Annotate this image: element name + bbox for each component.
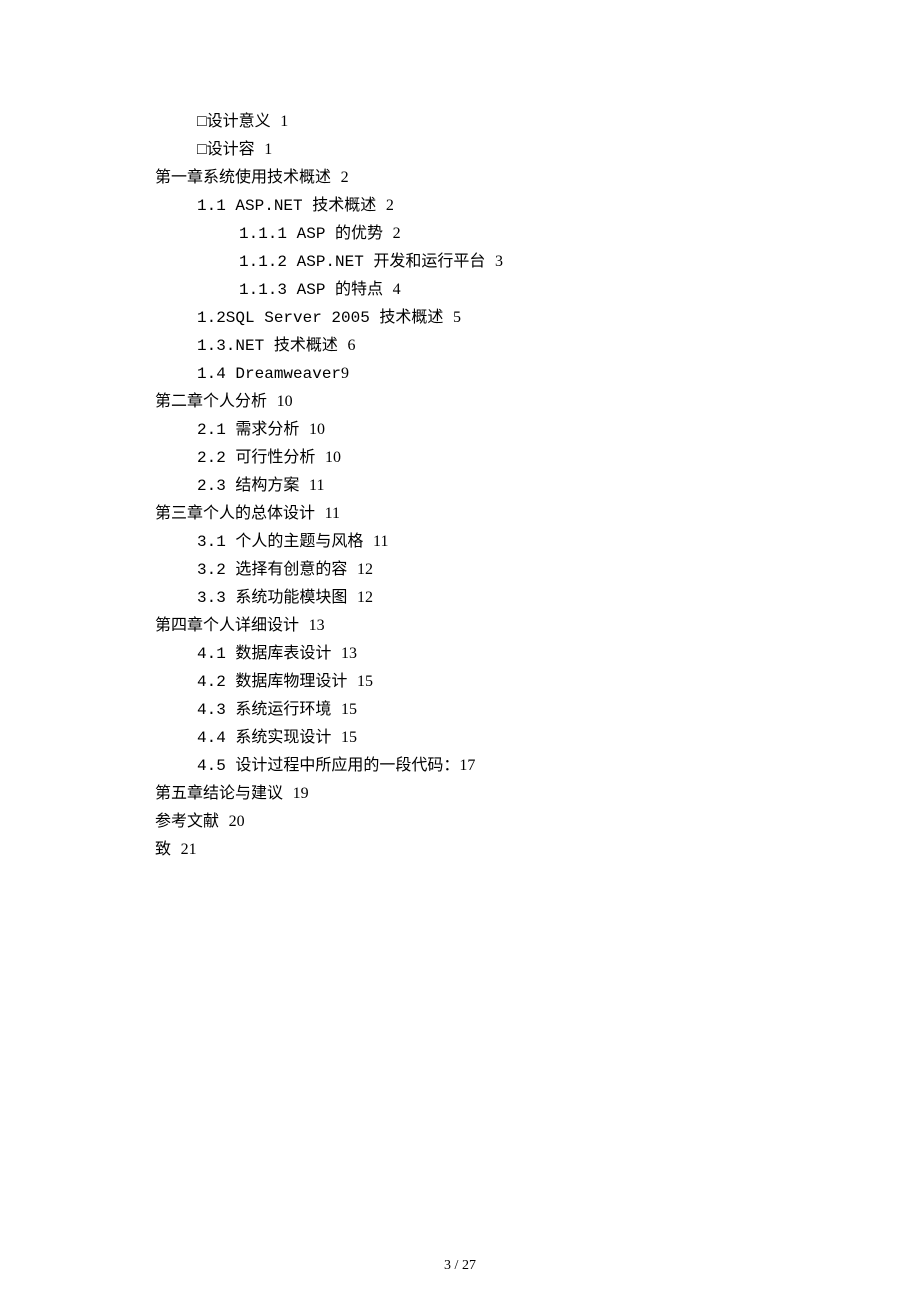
- toc-page: 4: [393, 281, 401, 298]
- toc-text: 致: [155, 841, 171, 859]
- toc-page: 1: [280, 113, 288, 130]
- toc-page: 12: [357, 589, 373, 606]
- toc-text: 1.1.3 ASP 的特点: [239, 281, 383, 299]
- toc-page: 10: [277, 393, 293, 410]
- toc-text: 4.5 设计过程中所应用的一段代码：: [197, 757, 459, 775]
- toc-entry: 1.3.NET 技术概述 6: [155, 332, 800, 360]
- toc-text: 1.3.NET 技术概述: [197, 337, 338, 355]
- toc-text: 第三章个人的总体设计: [155, 505, 315, 523]
- toc-text: 3.1 个人的主题与风格: [197, 533, 363, 551]
- toc-entry: 4.2 数据库物理设计 15: [155, 668, 800, 696]
- toc-page: 10: [309, 421, 325, 438]
- toc-page: 11: [373, 533, 388, 550]
- toc-text: 3.3 系统功能模块图: [197, 589, 347, 607]
- toc-entry: 参考文献 20: [155, 808, 800, 836]
- toc-page: 13: [309, 617, 325, 634]
- toc-text: 第二章个人分析: [155, 393, 267, 411]
- toc-page: 2: [386, 197, 394, 214]
- toc-page: 10: [325, 449, 341, 466]
- checkbox-icon: □: [197, 141, 207, 158]
- toc-text: 第四章个人详细设计: [155, 617, 299, 635]
- toc-text: 第一章系统使用技术概述: [155, 169, 331, 187]
- toc-text: 1.1.2 ASP.NET 开发和运行平台: [239, 253, 485, 271]
- toc-text: 4.1 数据库表设计: [197, 645, 331, 663]
- toc-text: 4.4 系统实现设计: [197, 729, 331, 747]
- toc-text: 1.1.1 ASP 的优势: [239, 225, 383, 243]
- toc-page: 9: [341, 365, 349, 382]
- toc-entry: 1.4 Dreamweaver9: [155, 360, 800, 388]
- toc-page: 11: [325, 505, 340, 522]
- toc-page: 12: [357, 561, 373, 578]
- toc-text: 1.4 Dreamweaver: [197, 365, 341, 383]
- toc-entry: 第五章结论与建议 19: [155, 780, 800, 808]
- toc-entry: 3.3 系统功能模块图 12: [155, 584, 800, 612]
- toc-page: 20: [229, 813, 245, 830]
- page-separator: /: [451, 1258, 462, 1273]
- toc-entry: 4.3 系统运行环境 15: [155, 696, 800, 724]
- toc-page: 21: [181, 841, 197, 858]
- page-footer: 3 / 27: [0, 1258, 920, 1274]
- toc-text: 第五章结论与建议: [155, 785, 283, 803]
- toc-entry: 1.1.1 ASP 的优势 2: [155, 220, 800, 248]
- toc-entry: □设计容 1: [155, 136, 800, 164]
- toc-text: 1.1 ASP.NET 技术概述: [197, 197, 376, 215]
- toc-text: 设计意义: [207, 113, 271, 131]
- toc-text: 4.3 系统运行环境: [197, 701, 331, 719]
- toc-page: 6: [347, 337, 355, 354]
- toc-entry: 1.1.2 ASP.NET 开发和运行平台 3: [155, 248, 800, 276]
- toc-page: 2: [393, 225, 401, 242]
- toc-page: 2: [341, 169, 349, 186]
- toc-entry: 1.1.3 ASP 的特点 4: [155, 276, 800, 304]
- toc-page: 11: [309, 477, 324, 494]
- toc-page: 19: [293, 785, 309, 802]
- toc-text: 4.2 数据库物理设计: [197, 673, 347, 691]
- toc-text: 2.2 可行性分析: [197, 449, 315, 467]
- toc-entry: 3.1 个人的主题与风格 11: [155, 528, 800, 556]
- toc-entry: 第一章系统使用技术概述 2: [155, 164, 800, 192]
- current-page-number: 3: [444, 1258, 451, 1273]
- toc-text: 参考文献: [155, 813, 219, 831]
- toc-entry: 2.3 结构方案 11: [155, 472, 800, 500]
- toc-entry: 第四章个人详细设计 13: [155, 612, 800, 640]
- toc-text: 1.2SQL Server 2005 技术概述: [197, 309, 443, 327]
- toc-page: 17: [459, 757, 475, 774]
- toc-text: 2.3 结构方案: [197, 477, 299, 495]
- toc-text: 3.2 选择有创意的容: [197, 561, 347, 579]
- total-pages: 27: [462, 1258, 476, 1273]
- toc-entry: 3.2 选择有创意的容 12: [155, 556, 800, 584]
- toc-page: 15: [341, 729, 357, 746]
- toc-page: 15: [341, 701, 357, 718]
- toc-entry: 2.2 可行性分析 10: [155, 444, 800, 472]
- toc-page: 5: [453, 309, 461, 326]
- toc-text: 2.1 需求分析: [197, 421, 299, 439]
- toc-text: 设计容: [207, 141, 255, 159]
- checkbox-icon: □: [197, 113, 207, 130]
- toc-page: 1: [264, 141, 272, 158]
- toc-page: 3: [495, 253, 503, 270]
- table-of-contents: □设计意义 1 □设计容 1 第一章系统使用技术概述 2 1.1 ASP.NET…: [0, 0, 920, 864]
- toc-entry: 4.1 数据库表设计 13: [155, 640, 800, 668]
- toc-entry: 4.4 系统实现设计 15: [155, 724, 800, 752]
- toc-entry: 致 21: [155, 836, 800, 864]
- toc-entry: □设计意义 1: [155, 108, 800, 136]
- toc-entry: 4.5 设计过程中所应用的一段代码：17: [155, 752, 800, 780]
- toc-entry: 1.1 ASP.NET 技术概述 2: [155, 192, 800, 220]
- toc-page: 13: [341, 645, 357, 662]
- toc-page: 15: [357, 673, 373, 690]
- toc-entry: 第三章个人的总体设计 11: [155, 500, 800, 528]
- toc-entry: 1.2SQL Server 2005 技术概述 5: [155, 304, 800, 332]
- toc-entry: 第二章个人分析 10: [155, 388, 800, 416]
- toc-entry: 2.1 需求分析 10: [155, 416, 800, 444]
